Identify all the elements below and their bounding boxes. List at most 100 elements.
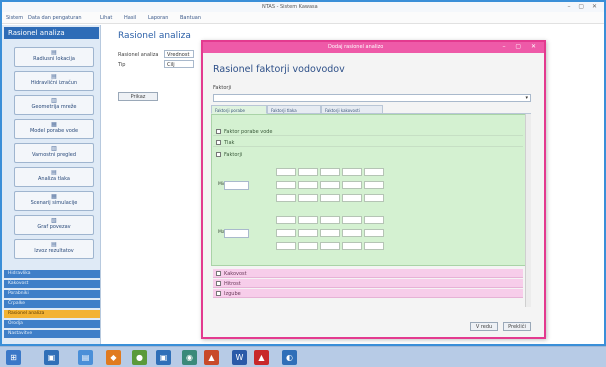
tool-button-6[interactable]: ▤ Analiza tlaka (14, 167, 94, 187)
tool-button-3[interactable]: ▥ Geometrija mreže (14, 95, 94, 115)
app-icon[interactable]: ▣ (44, 350, 59, 365)
grid-cell[interactable] (320, 216, 340, 224)
grid-cell[interactable] (364, 229, 384, 237)
checkbox[interactable] (216, 281, 221, 286)
tool-button-2[interactable]: ▤ Hidravlični izračun (14, 71, 94, 91)
checkbox[interactable] (216, 129, 221, 134)
grid-cell[interactable] (276, 216, 296, 224)
grid-cell[interactable] (364, 242, 384, 250)
menu-item-sistem[interactable]: Sistem (6, 15, 23, 21)
menubar: Sistem Data dan pengaturan Lihat Hasil L… (2, 12, 604, 24)
grid-cell[interactable] (276, 194, 296, 202)
tool-button-5[interactable]: ▥ Varnostni pregled (14, 143, 94, 163)
nav-item-5-selected[interactable]: Rasionel analiza (4, 310, 100, 318)
grid-cell[interactable] (342, 168, 362, 176)
grid-cell[interactable] (364, 168, 384, 176)
tab-quality[interactable]: Faktorji kakovosti (321, 105, 383, 114)
app-icon[interactable]: ◐ (282, 350, 297, 365)
grid-cell[interactable] (298, 216, 318, 224)
grid-cell[interactable] (320, 181, 340, 189)
nav-item-2[interactable]: Kakovost (4, 280, 100, 288)
min-input[interactable] (224, 181, 249, 190)
nav-item-1[interactable]: Hidravlika (4, 270, 100, 278)
dialog-window-controls[interactable]: – ▢ ✕ (502, 43, 540, 50)
factor-row-pink[interactable]: Hitrost (213, 279, 523, 288)
factor-row-pink[interactable]: Izgube (213, 289, 523, 298)
grid-cell[interactable] (364, 216, 384, 224)
tool-button-1[interactable]: ▤ Radiusni lokacija (14, 47, 94, 67)
taskbar: ⊞ ▣ ▤ ◆ ● ▣ ◉ ▲ W ▲ ◐ (0, 346, 606, 367)
grid-cell[interactable] (276, 181, 296, 189)
dialog-scrollbar[interactable] (525, 114, 531, 307)
tool-button-8[interactable]: ▧ Graf povezav (14, 215, 94, 235)
checkbox[interactable] (216, 152, 221, 157)
grid-cell[interactable] (276, 229, 296, 237)
grid-cell[interactable] (364, 194, 384, 202)
start-icon[interactable]: ⊞ (6, 350, 21, 365)
tool-button-4[interactable]: ▦ Model porabe vode (14, 119, 94, 139)
grid-cell[interactable] (298, 194, 318, 202)
tab-pressure[interactable]: Faktorji tlaka (267, 105, 321, 114)
tab-consumption[interactable]: Faktorji porabe (211, 105, 267, 114)
field-label: Tip (118, 62, 126, 68)
grid-cell[interactable] (342, 229, 362, 237)
tool-icon: ▥ (51, 145, 57, 152)
factor-row[interactable]: Faktor porabe vode (213, 127, 523, 136)
grid-cell[interactable] (320, 229, 340, 237)
app-icon[interactable]: ● (132, 350, 147, 365)
grid-cell[interactable] (320, 194, 340, 202)
grid-cell[interactable] (298, 181, 318, 189)
menu-item-hasil[interactable]: Hasil (124, 15, 136, 21)
cancel-button[interactable]: Prekliči (503, 322, 531, 331)
tool-icon: ▥ (51, 97, 57, 104)
grid-cell[interactable] (276, 242, 296, 250)
tool-button-9[interactable]: ▤ Izvoz rezultatov (14, 239, 94, 259)
tool-label: Geometrija mreže (31, 104, 77, 110)
grid-cell[interactable] (342, 242, 362, 250)
factor-row-pink[interactable]: Kakovost (213, 269, 523, 278)
grid-cell[interactable] (364, 181, 384, 189)
field-input[interactable]: Cilj (164, 60, 194, 68)
field-input[interactable]: Vrednost (164, 50, 194, 58)
grid-cell[interactable] (342, 194, 362, 202)
show-button[interactable]: Prikaz (118, 92, 158, 101)
window-controls[interactable]: – ▢ ✕ (567, 3, 600, 10)
tool-icon: ▤ (51, 169, 57, 176)
checkbox[interactable] (216, 271, 221, 276)
checkbox[interactable] (216, 140, 221, 145)
grid-cell[interactable] (298, 242, 318, 250)
nav-item-7[interactable]: Nastavitve (4, 330, 100, 338)
field-label: Rasionel analiza (118, 52, 159, 58)
nav-item-6[interactable]: Orodja (4, 320, 100, 328)
grid-cell[interactable] (276, 168, 296, 176)
ok-button[interactable]: V redu (470, 322, 498, 331)
factor-select[interactable]: ▾ (213, 94, 531, 102)
grid-cell[interactable] (342, 216, 362, 224)
app-icon[interactable]: ▲ (254, 350, 269, 365)
app-icon[interactable]: W (232, 350, 247, 365)
grid-cell[interactable] (320, 242, 340, 250)
chevron-down-icon: ▾ (525, 95, 528, 101)
app-icon[interactable]: ◉ (182, 350, 197, 365)
tool-label: Model porabe vode (29, 128, 79, 134)
max-input[interactable] (224, 229, 249, 238)
app-icon[interactable]: ◆ (106, 350, 121, 365)
menu-item-data[interactable]: Data dan pengaturan (28, 15, 82, 21)
app-icon[interactable]: ▤ (78, 350, 93, 365)
grid-cell[interactable] (298, 229, 318, 237)
tool-button-7[interactable]: ▦ Scenarij simulacije (14, 191, 94, 211)
factor-row[interactable]: Tlak (213, 138, 523, 147)
sub-checkbox[interactable]: Faktorji (216, 152, 242, 158)
menu-item-lihat[interactable]: Lihat (100, 15, 112, 21)
app-icon[interactable]: ▲ (204, 350, 219, 365)
nav-item-4[interactable]: Črpalke (4, 300, 100, 308)
nav-item-3[interactable]: Porabniki (4, 290, 100, 298)
app-icon[interactable]: ▣ (156, 350, 171, 365)
factor-row-label: Hitrost (224, 281, 241, 287)
menu-item-laporan[interactable]: Laporan (148, 15, 168, 21)
grid-cell[interactable] (342, 181, 362, 189)
grid-cell[interactable] (320, 168, 340, 176)
checkbox[interactable] (216, 291, 221, 296)
menu-item-bantuan[interactable]: Bantuan (180, 15, 201, 21)
grid-cell[interactable] (298, 168, 318, 176)
